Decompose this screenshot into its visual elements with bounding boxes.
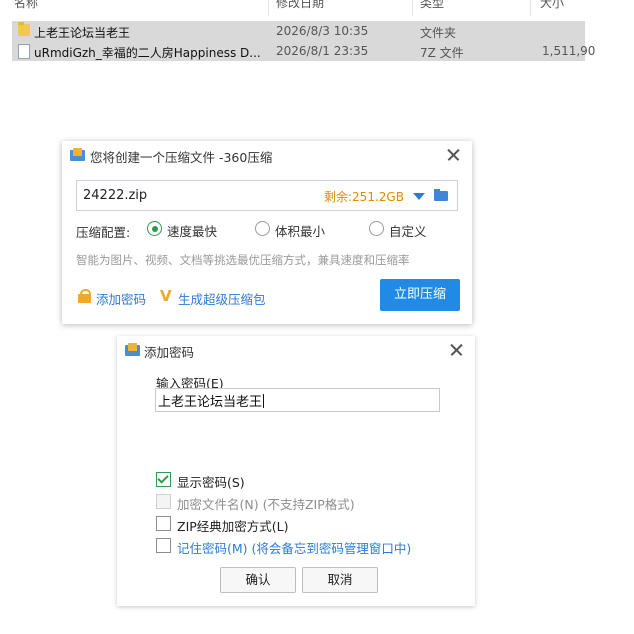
close-icon[interactable] [447, 340, 467, 360]
free-space-label: 剩余:251.2GB [324, 190, 404, 204]
lock-icon [78, 289, 91, 303]
checkbox-icon [156, 538, 171, 553]
checkbox-icon [156, 472, 171, 487]
compress-now-button[interactable]: 立即压缩 [380, 279, 460, 311]
close-icon[interactable] [444, 145, 464, 165]
file-type: 7Z 文件 [420, 46, 464, 60]
file-row[interactable]: uRmdiGzh_幸福的二人房Happiness D... 2026/8/1 2… [12, 41, 595, 61]
archive-app-icon [125, 343, 140, 356]
file-type: 文件夹 [420, 26, 457, 40]
column-header-size[interactable]: 大小 [540, 0, 564, 10]
v-logo-icon: V [160, 287, 172, 305]
text-caret [263, 394, 265, 408]
radio-button-icon [255, 221, 270, 236]
output-path-field[interactable]: 24222.zip 剩余:251.2GB [76, 180, 458, 211]
archive-file-icon [18, 44, 30, 59]
file-date: 2026/8/1 23:35 [276, 44, 369, 58]
browse-folder-icon[interactable] [434, 189, 448, 201]
folder-icon [18, 22, 30, 36]
compress-dialog: 您将创建一个压缩文件 -360压缩 24222.zip 剩余:251.2GB 压… [62, 141, 472, 324]
column-header-type[interactable]: 类型 [420, 0, 444, 10]
dialog-title: 添加密码 [144, 345, 195, 360]
file-date: 2026/8/3 10:35 [276, 24, 369, 38]
password-input[interactable]: 上老王论坛当老王 [155, 388, 440, 412]
column-divider[interactable] [268, 0, 269, 16]
file-row[interactable]: 上老王论坛当老王 2026/8/3 10:35 文件夹 [12, 21, 585, 41]
radio-label: 速度最快 [167, 224, 218, 239]
file-name: uRmdiGzh_幸福的二人房Happiness D... [34, 46, 261, 60]
checkbox-label: 记住密码(M) (将会备忘到密码管理窗口中) [177, 541, 412, 556]
compression-hint: 智能为图片、视频、文档等挑选最优压缩方式，兼具速度和压缩率 [76, 253, 410, 267]
dialog-titlebar[interactable]: 添加密码 [117, 336, 475, 364]
dialog-titlebar[interactable]: 您将创建一个压缩文件 -360压缩 [62, 141, 472, 169]
output-filename[interactable]: 24222.zip [83, 188, 147, 203]
password-value: 上老王论坛当老王 [158, 395, 263, 410]
radio-label: 自定义 [389, 224, 427, 239]
dialog-title: 您将创建一个压缩文件 -360压缩 [90, 150, 273, 165]
confirm-button[interactable]: 确认 [220, 567, 296, 593]
column-header-name[interactable]: 名称 [14, 0, 38, 10]
column-divider[interactable] [530, 0, 531, 16]
cancel-button[interactable]: 取消 [302, 567, 378, 593]
file-list: 名称 修改日期 类型 大小 上老王论坛当老王 2026/8/3 10:35 文件… [0, 0, 634, 70]
file-name: 上老王论坛当老王 [34, 26, 131, 40]
column-divider[interactable] [412, 0, 413, 16]
radio-label: 体积最小 [275, 224, 326, 239]
chevron-down-icon[interactable] [413, 193, 425, 200]
config-label: 压缩配置: [76, 225, 131, 240]
column-header-date[interactable]: 修改日期 [276, 0, 324, 10]
checkbox-label: ZIP经典加密方式(L) [177, 519, 289, 534]
checkbox-label: 加密文件名(N) (不支持ZIP格式) [177, 497, 355, 512]
checkbox-label: 显示密码(S) [177, 475, 245, 490]
checkbox-icon [156, 516, 171, 531]
file-size: 1,511,90 [542, 44, 596, 58]
radio-button-icon [147, 221, 162, 236]
archive-app-icon [70, 148, 85, 161]
add-password-label: 添加密码 [96, 292, 147, 307]
super-compress-label: 生成超级压缩包 [178, 292, 266, 307]
add-password-dialog: 添加密码 输入密码(E) 上老王论坛当老王 显示密码(S) 加密文件名(N) (… [117, 336, 475, 606]
radio-button-icon [369, 221, 384, 236]
checkbox-icon [156, 494, 171, 509]
